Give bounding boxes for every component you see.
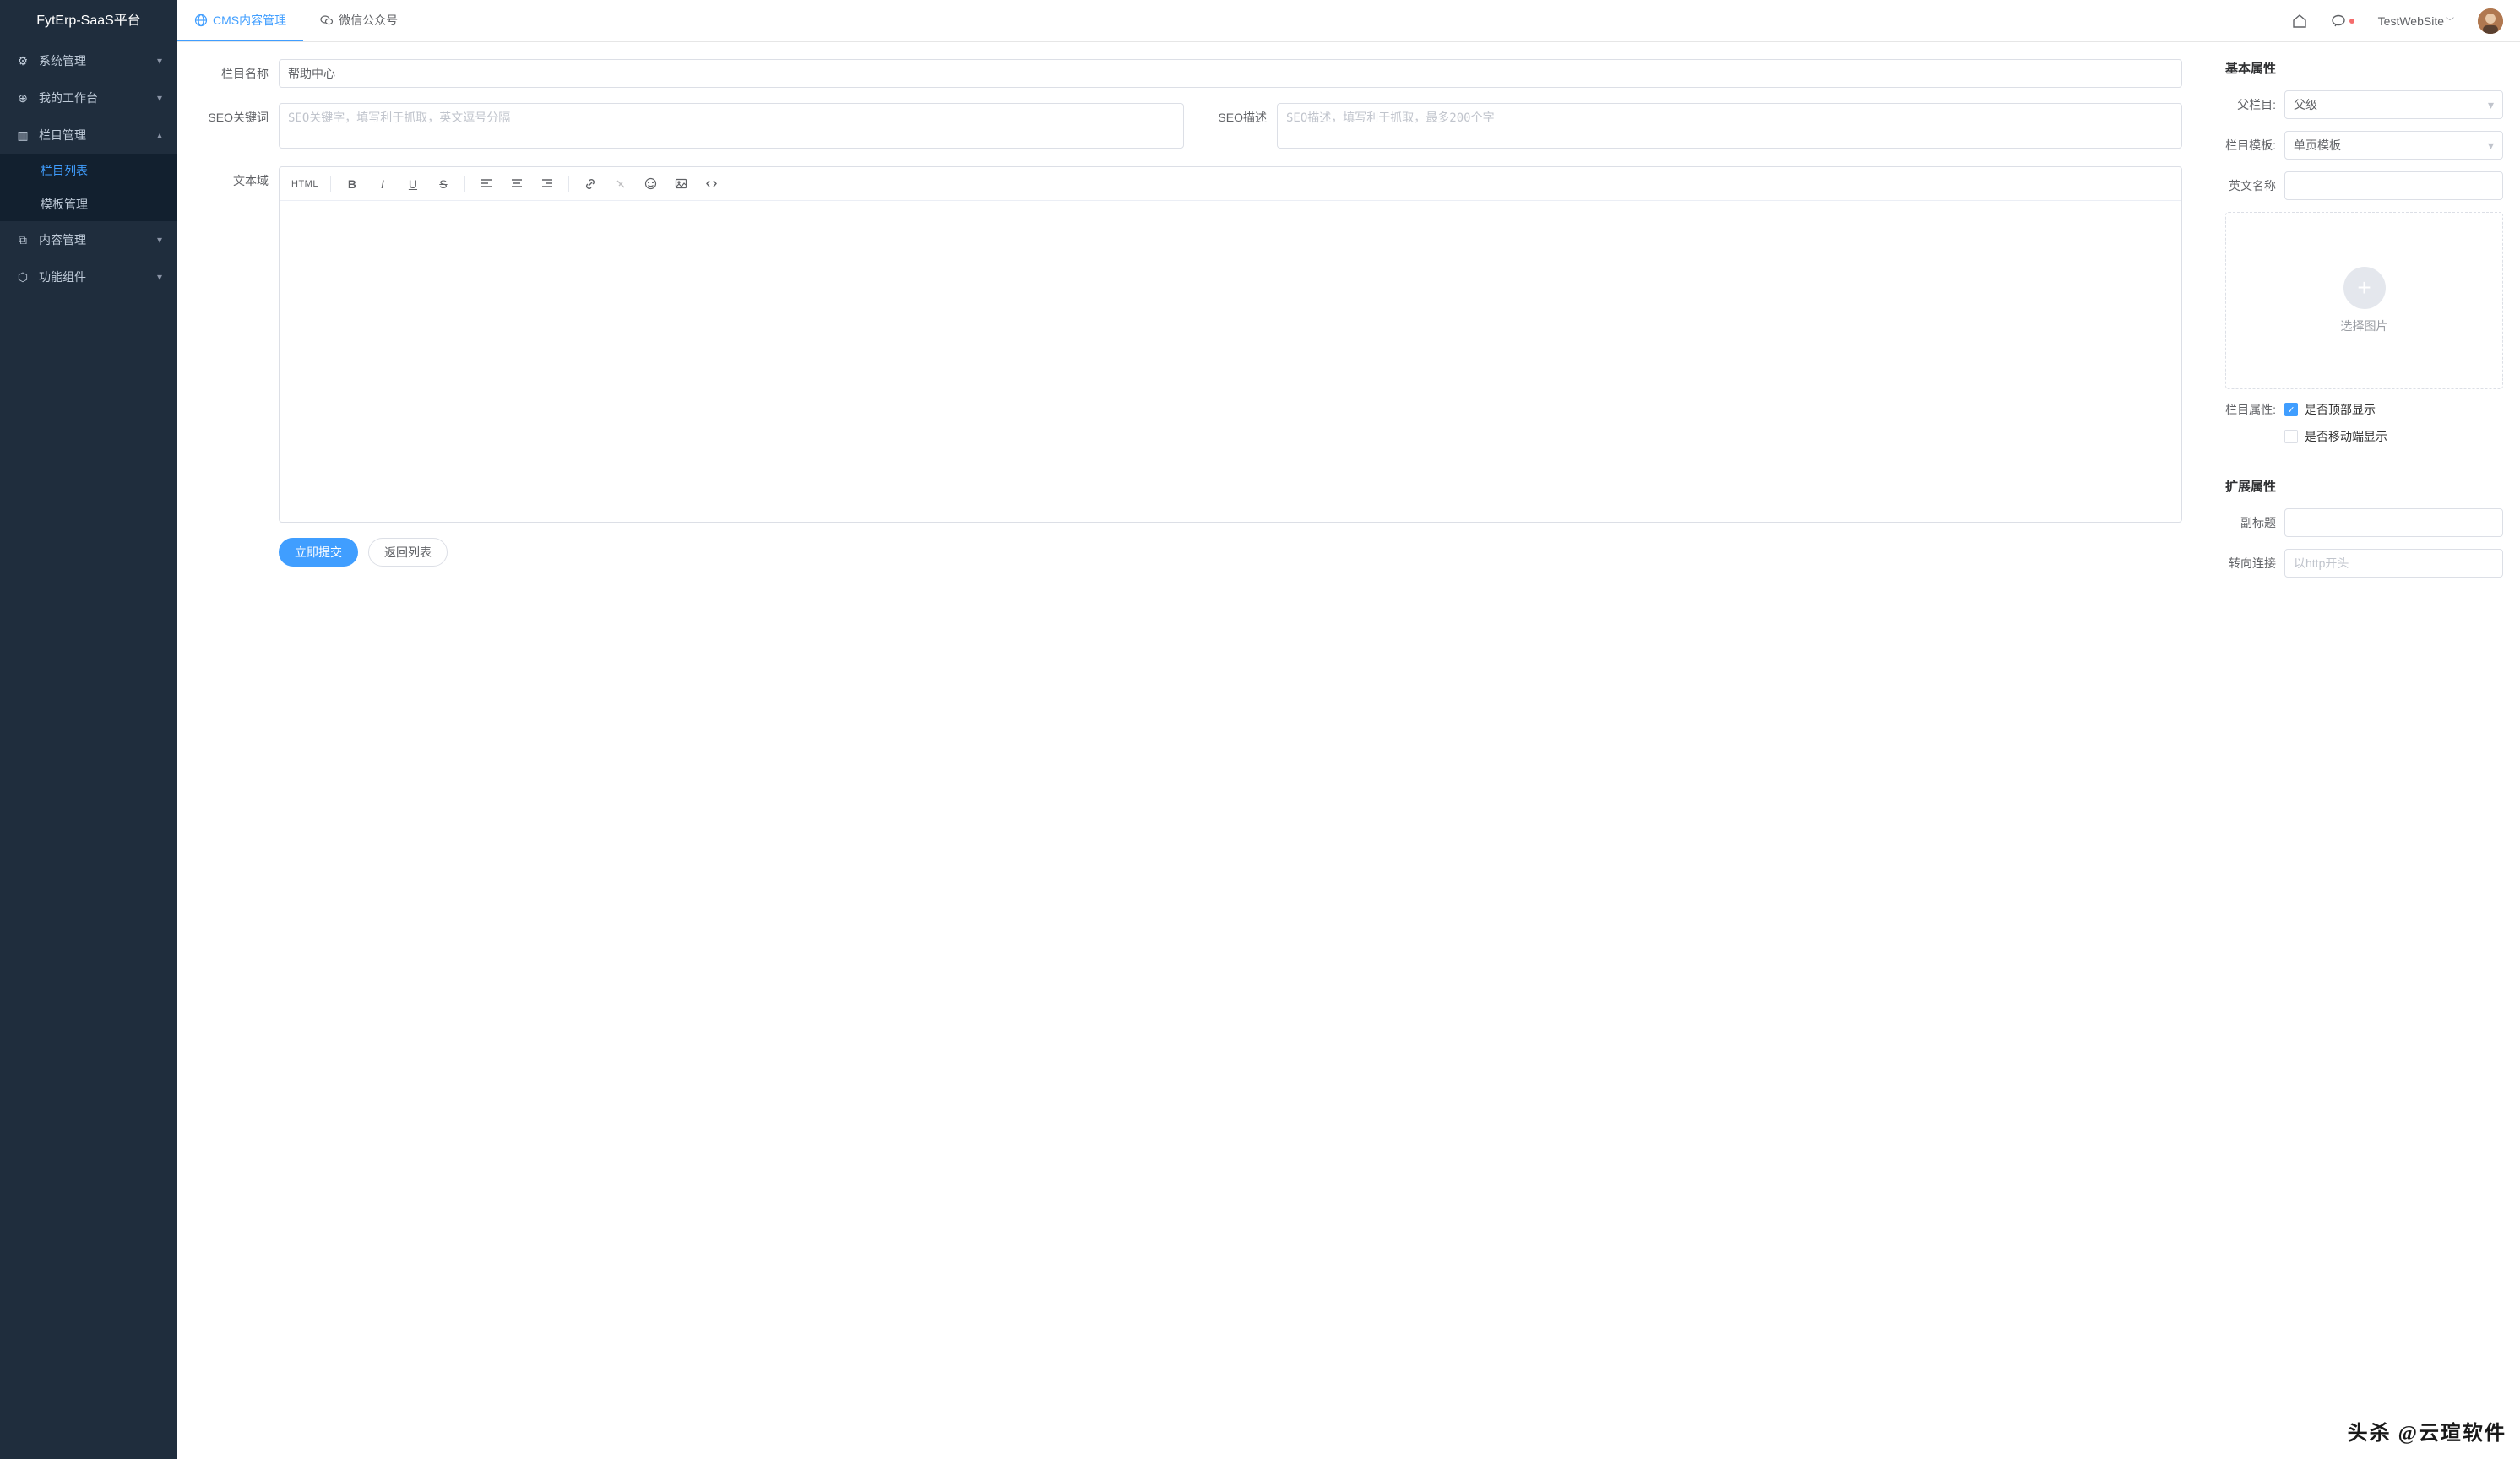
basic-props-title: 基本属性 [2225, 59, 2503, 77]
tab-label: 微信公众号 [339, 12, 398, 29]
template-select[interactable]: 单页模板 ▾ [2284, 131, 2503, 160]
code-icon[interactable] [698, 171, 726, 197]
form-panel: 栏目名称 SEO关键词 SEO描述 [177, 42, 2208, 1459]
redirect-label: 转向连接 [2225, 555, 2284, 572]
template-label: 栏目模板: [2225, 137, 2284, 154]
sidebar-item-columns[interactable]: ▥ 栏目管理 ▴ [0, 117, 177, 154]
sidebar-menu: ⚙ 系统管理 ▾ ⊕ 我的工作台 ▾ ▥ 栏目管理 ▴ 栏目列表 模板管理 ⧉ [0, 42, 177, 1459]
chevron-down-icon: ﹀ [2446, 14, 2454, 27]
show-mobile-checkbox[interactable] [2284, 430, 2298, 443]
image-uploader[interactable]: + 选择图片 [2225, 212, 2503, 389]
chevron-down-icon: ▾ [157, 55, 162, 67]
sidebar-item-components[interactable]: ⬡ 功能组件 ▾ [0, 258, 177, 296]
seo-keywords-input[interactable] [279, 103, 1184, 149]
sidebar-item-label: 我的工作台 [39, 89, 157, 106]
back-button[interactable]: 返回列表 [368, 538, 448, 567]
doc-icon: ⧉ [15, 233, 30, 247]
link-icon[interactable] [576, 171, 605, 197]
image-icon[interactable] [667, 171, 696, 197]
select-value: 单页模板 [2294, 137, 2341, 154]
show-top-checkbox[interactable]: ✓ [2284, 403, 2298, 416]
submit-button[interactable]: 立即提交 [279, 538, 358, 567]
globe-icon [194, 14, 208, 27]
subtitle-input[interactable] [2284, 508, 2503, 537]
brand-title: FytErp-SaaS平台 [0, 0, 177, 42]
column-name-input[interactable] [279, 59, 2182, 88]
editor-toolbar: HTML B I U S [280, 167, 2181, 201]
bold-icon[interactable]: B [338, 171, 367, 197]
wechat-icon [320, 14, 334, 27]
emoji-icon[interactable] [637, 171, 665, 197]
editor-label: 文本域 [203, 166, 279, 195]
plus-icon: + [2343, 267, 2386, 309]
ext-props-title: 扩展属性 [2225, 477, 2503, 495]
italic-icon[interactable]: I [368, 171, 397, 197]
topbar: CMS内容管理 微信公众号 TestW [177, 0, 2520, 42]
chevron-down-icon: ▾ [2488, 138, 2494, 153]
sidebar-subitem-label: 模板管理 [41, 196, 88, 213]
seo-keywords-label: SEO关键词 [203, 103, 279, 151]
sidebar-item-content[interactable]: ⧉ 内容管理 ▾ [0, 221, 177, 258]
parent-column-select[interactable]: 父级 ▾ [2284, 90, 2503, 119]
checkbox-label: 是否顶部显示 [2305, 401, 2376, 418]
gear-icon: ⚙ [15, 54, 30, 68]
sidebar-item-label: 栏目管理 [39, 127, 157, 144]
seo-desc-label: SEO描述 [1201, 103, 1277, 151]
message-icon[interactable] [2331, 14, 2354, 29]
unlink-icon[interactable] [606, 171, 635, 197]
sidebar-subitem-template-mgmt[interactable]: 模板管理 [0, 187, 177, 221]
align-left-icon[interactable] [472, 171, 501, 197]
align-right-icon[interactable] [533, 171, 562, 197]
underline-icon[interactable]: U [399, 171, 427, 197]
sidebar-item-label: 系统管理 [39, 52, 157, 69]
sidebar: FytErp-SaaS平台 ⚙ 系统管理 ▾ ⊕ 我的工作台 ▾ ▥ 栏目管理 … [0, 0, 177, 1459]
column-attr-label: 栏目属性: [2225, 401, 2284, 418]
notification-dot [2349, 19, 2354, 24]
sidebar-item-workspace[interactable]: ⊕ 我的工作台 ▾ [0, 79, 177, 117]
props-panel: 基本属性 父栏目: 父级 ▾ 栏目模板: 单页模板 ▾ 英文 [2208, 42, 2520, 1459]
topbar-tabs: CMS内容管理 微信公众号 [177, 0, 415, 41]
align-center-icon[interactable] [502, 171, 531, 197]
globe-icon: ⊕ [15, 91, 30, 106]
english-name-input[interactable] [2284, 171, 2503, 200]
user-avatar[interactable] [2478, 8, 2503, 34]
select-value: 父级 [2294, 96, 2317, 113]
sidebar-subitem-column-list[interactable]: 栏目列表 [0, 154, 177, 187]
sidebar-subitem-label: 栏目列表 [41, 162, 88, 179]
column-name-label: 栏目名称 [203, 59, 279, 88]
subtitle-label: 副标题 [2225, 514, 2284, 531]
chevron-down-icon: ▾ [157, 234, 162, 246]
redirect-input[interactable] [2284, 549, 2503, 578]
sidebar-item-label: 内容管理 [39, 231, 157, 248]
sidebar-item-system[interactable]: ⚙ 系统管理 ▾ [0, 42, 177, 79]
tab-label: CMS内容管理 [213, 12, 286, 29]
chevron-down-icon: ▾ [157, 271, 162, 283]
tab-cms[interactable]: CMS内容管理 [177, 0, 303, 41]
parent-column-label: 父栏目: [2225, 96, 2284, 113]
topbar-actions: TestWebSite ﹀ [2275, 8, 2520, 34]
main-area: CMS内容管理 微信公众号 TestW [177, 0, 2520, 1459]
site-label: TestWebSite [2378, 14, 2444, 28]
chevron-up-icon: ▴ [157, 129, 162, 141]
editor-html-button[interactable]: HTML [286, 171, 323, 197]
english-name-label: 英文名称 [2225, 177, 2284, 194]
site-selector[interactable]: TestWebSite ﹀ [2378, 14, 2454, 28]
sidebar-item-label: 功能组件 [39, 268, 157, 285]
strikethrough-icon[interactable]: S [429, 171, 458, 197]
columns-icon: ▥ [15, 128, 30, 143]
chevron-down-icon: ▾ [2488, 98, 2494, 112]
rich-editor: HTML B I U S [279, 166, 2182, 523]
tab-wechat[interactable]: 微信公众号 [303, 0, 415, 41]
chevron-down-icon: ▾ [157, 92, 162, 104]
editor-content[interactable] [280, 201, 2181, 522]
home-icon[interactable] [2292, 14, 2307, 29]
image-upload-hint: 选择图片 [2341, 317, 2388, 334]
seo-desc-input[interactable] [1277, 103, 2182, 149]
checkbox-label: 是否移动端显示 [2305, 428, 2387, 445]
cube-icon: ⬡ [15, 270, 30, 285]
